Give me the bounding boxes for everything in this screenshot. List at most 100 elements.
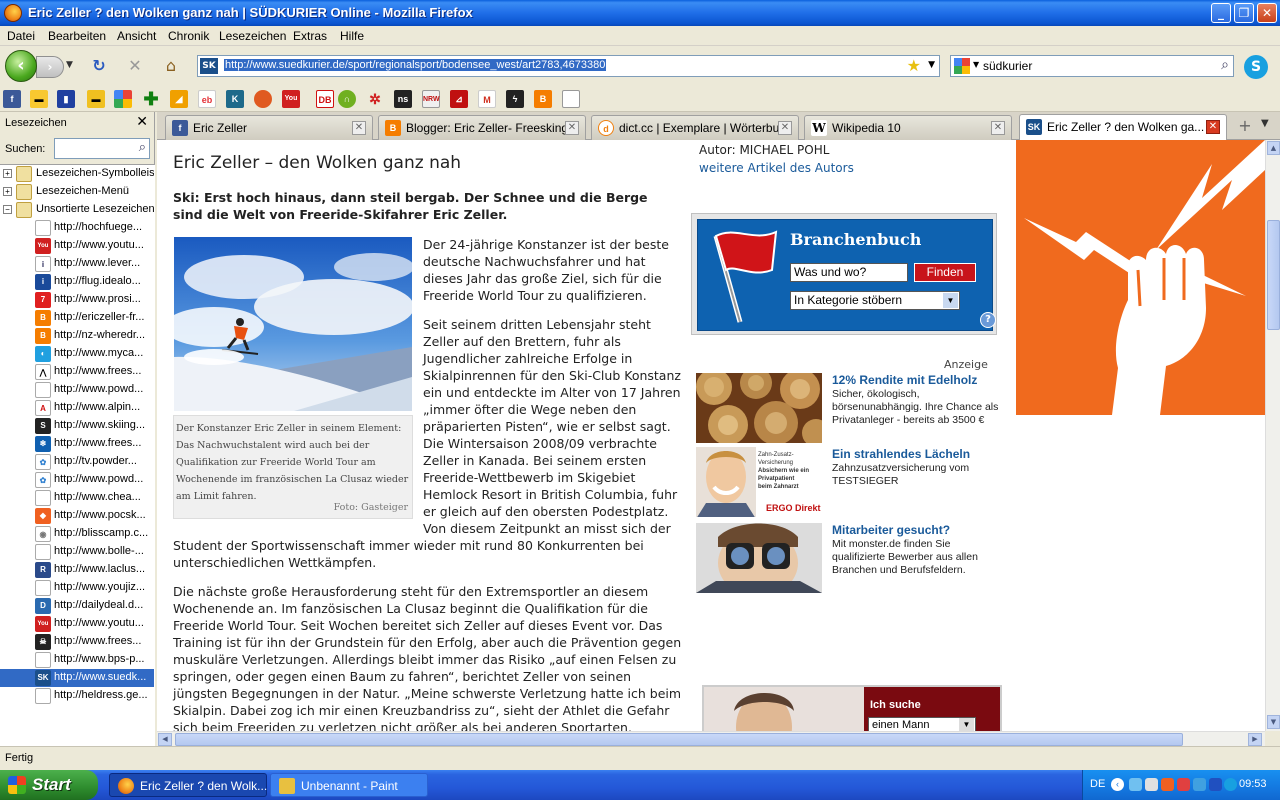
- sidebar-search-input[interactable]: ⌕: [54, 138, 150, 159]
- gear-bookmark-icon[interactable]: ✲: [366, 90, 384, 108]
- bookmark-item[interactable]: ❄ http://www.frees...: [0, 435, 154, 453]
- horizontal-scrollbar[interactable]: ◀ ▶: [157, 731, 1265, 746]
- home-icon[interactable]: ⌂: [161, 56, 181, 76]
- bookmark-item[interactable]: 7 http://www.prosi...: [0, 291, 154, 309]
- basketball-icon[interactable]: [254, 90, 272, 108]
- bookmark-icon-2[interactable]: ▬: [87, 90, 105, 108]
- scroll-right-icon[interactable]: ▶: [1248, 733, 1262, 746]
- expand-icon[interactable]: −: [3, 205, 12, 214]
- bookmark-item[interactable]: ◉ http://blisscamp.c...: [0, 525, 154, 543]
- close-button[interactable]: ✕: [1257, 3, 1277, 23]
- help-icon[interactable]: ?: [980, 312, 996, 328]
- ebay-icon[interactable]: eb: [198, 90, 216, 108]
- bookmark-icon-5[interactable]: ⊿: [450, 90, 468, 108]
- tray-arrow-icon[interactable]: ‹: [1111, 778, 1124, 791]
- bookmark-item[interactable]: ☠ http://www.frees...: [0, 633, 154, 651]
- tab-list-dropdown-icon[interactable]: ▼: [1261, 118, 1269, 129]
- bookmark-item[interactable]: Rhttp://www.laclus...: [0, 561, 154, 579]
- taskbar-paint[interactable]: Unbenannt - Paint: [270, 773, 428, 797]
- expand-icon[interactable]: +: [3, 169, 12, 178]
- scroll-up-icon[interactable]: ▲: [1267, 141, 1280, 155]
- menu-hilfe[interactable]: Hilfe: [340, 29, 364, 43]
- bookmark-item[interactable]: Shttp://www.skiing...: [0, 417, 154, 435]
- page-icon[interactable]: [562, 90, 580, 108]
- tray-icon-2[interactable]: [1177, 778, 1190, 791]
- bookmark-item[interactable]: Ahttp://www.alpin...: [0, 399, 154, 417]
- maximize-button[interactable]: ❐: [1234, 3, 1254, 23]
- url-bar[interactable]: SK http://www.suedkurier.de/sport/region…: [197, 55, 940, 77]
- bookmark-folder[interactable]: − Unsortierte Lesezeichen: [0, 201, 154, 219]
- bookmark-icon-4[interactable]: ∩: [338, 90, 356, 108]
- menu-ansicht[interactable]: Ansicht: [117, 29, 156, 43]
- ad-zahnversicherung[interactable]: Zahn-Zusatz-Versicherung Absichern wie e…: [696, 447, 996, 517]
- reload-icon[interactable]: ↻: [89, 56, 109, 76]
- bluetooth-icon[interactable]: [1209, 778, 1222, 791]
- scroll-left-icon[interactable]: ◀: [158, 733, 172, 746]
- scroll-down-icon[interactable]: ▼: [1267, 715, 1280, 729]
- tray-icon-3[interactable]: [1193, 778, 1206, 791]
- ad-image-smile[interactable]: Zahn-Zusatz-Versicherung Absichern wie e…: [696, 447, 822, 517]
- forward-button[interactable]: ›: [36, 56, 64, 78]
- history-dropdown-icon[interactable]: ▼: [66, 60, 73, 70]
- search-input[interactable]: [983, 58, 1213, 74]
- tab-close-icon[interactable]: ✕: [778, 121, 792, 135]
- tab-suedkurier[interactable]: SK Eric Zeller ? den Wolken ga... ✕: [1019, 114, 1227, 141]
- menu-datei[interactable]: Datei: [7, 29, 35, 43]
- bookmark-star-icon[interactable]: ★: [907, 56, 921, 75]
- plus-icon[interactable]: ✚: [142, 90, 160, 108]
- bookmark-folder[interactable]: + Lesezeichen-Menü: [0, 183, 154, 201]
- sidebar-close-icon[interactable]: ✕: [136, 114, 148, 130]
- menu-bearbeiten[interactable]: Bearbeiten: [48, 29, 106, 43]
- partner-search-select[interactable]: einen Mann ▼: [868, 717, 976, 731]
- bookmark-item[interactable]: i http://www.lever...: [0, 255, 154, 273]
- bookmark-item[interactable]: http://www.youjiz...: [0, 579, 154, 597]
- search-icon[interactable]: ⌕: [1221, 57, 1229, 73]
- author-articles-link[interactable]: weitere Artikel des Autors: [699, 161, 854, 175]
- minimize-button[interactable]: _: [1211, 3, 1231, 23]
- tab-facebook[interactable]: f Eric Zeller ✕: [165, 115, 373, 140]
- ad-title[interactable]: Ein strahlendes Lächeln: [832, 447, 970, 461]
- menu-extras[interactable]: Extras: [293, 29, 327, 43]
- menu-lesezeichen[interactable]: Lesezeichen: [219, 29, 286, 43]
- url-text[interactable]: http://www.suedkurier.de/sport/regionals…: [224, 59, 607, 71]
- start-button[interactable]: Start: [0, 770, 98, 800]
- bookmark-item[interactable]: http://www.powd...: [0, 381, 154, 399]
- tab-close-icon[interactable]: ✕: [352, 121, 366, 135]
- bookmark-icon-1[interactable]: ▬: [30, 90, 48, 108]
- fist-lightning-ad[interactable]: [1016, 140, 1265, 415]
- tab-close-icon[interactable]: ✕: [565, 121, 579, 135]
- partner-search-ad[interactable]: Ich suche einen Mann ▼: [702, 685, 1002, 731]
- article-photo[interactable]: [174, 237, 412, 411]
- bookmark-item[interactable]: http://heldress.ge...: [0, 687, 154, 705]
- ad-monster[interactable]: Mitarbeiter gesucht? Mit monster.de find…: [696, 523, 996, 593]
- tab-close-icon[interactable]: ✕: [991, 121, 1005, 135]
- chevron-down-icon[interactable]: ▼: [943, 293, 958, 308]
- bookmark-item[interactable]: Bhttp://ericzeller-fr...: [0, 309, 154, 327]
- search-bar[interactable]: ▼ ⌕: [950, 55, 1234, 77]
- ad-edelholz[interactable]: 12% Rendite mit Edelholz Sicher, ökologi…: [696, 373, 998, 443]
- skype-icon[interactable]: S: [1244, 55, 1268, 79]
- bookmark-item[interactable]: ✿ http://tv.powder...: [0, 453, 154, 471]
- bookmark-item[interactable]: http://hochfuege...: [0, 219, 154, 237]
- network-icon[interactable]: [1129, 778, 1142, 791]
- tab-blogger[interactable]: B Blogger: Eric Zeller- Freesking -... ✕: [378, 115, 586, 140]
- bookmark-item[interactable]: You http://www.youtu...: [0, 615, 154, 633]
- bookmark-item[interactable]: http://www.bps-p...: [0, 651, 154, 669]
- taskbar-firefox[interactable]: Eric Zeller ? den Wolk...: [109, 773, 267, 797]
- youtube-bookmark-icon[interactable]: You: [282, 90, 300, 108]
- bookmark-item[interactable]: ✿ http://www.powd...: [0, 471, 154, 489]
- ad-image-wood[interactable]: [696, 373, 822, 443]
- stop-icon[interactable]: ✕: [125, 56, 145, 76]
- nba-icon[interactable]: ▮: [57, 90, 75, 108]
- bookmark-item[interactable]: Dhttp://dailydeal.d...: [0, 597, 154, 615]
- volume-icon[interactable]: [1145, 778, 1158, 791]
- finden-button[interactable]: Finden: [914, 263, 976, 282]
- menu-chronik[interactable]: Chronik: [168, 29, 209, 43]
- new-tab-button[interactable]: +: [1235, 116, 1255, 136]
- k-icon[interactable]: K: [226, 90, 244, 108]
- bookmark-item[interactable]: SK http://www.suedk...: [0, 669, 154, 687]
- ad-image-binoculars[interactable]: [696, 523, 822, 593]
- ad-title[interactable]: Mitarbeiter gesucht?: [832, 523, 950, 537]
- bookmark-item[interactable]: ⋀ http://www.frees...: [0, 363, 154, 381]
- bookmark-item[interactable]: ◆ http://www.pocsk...: [0, 507, 154, 525]
